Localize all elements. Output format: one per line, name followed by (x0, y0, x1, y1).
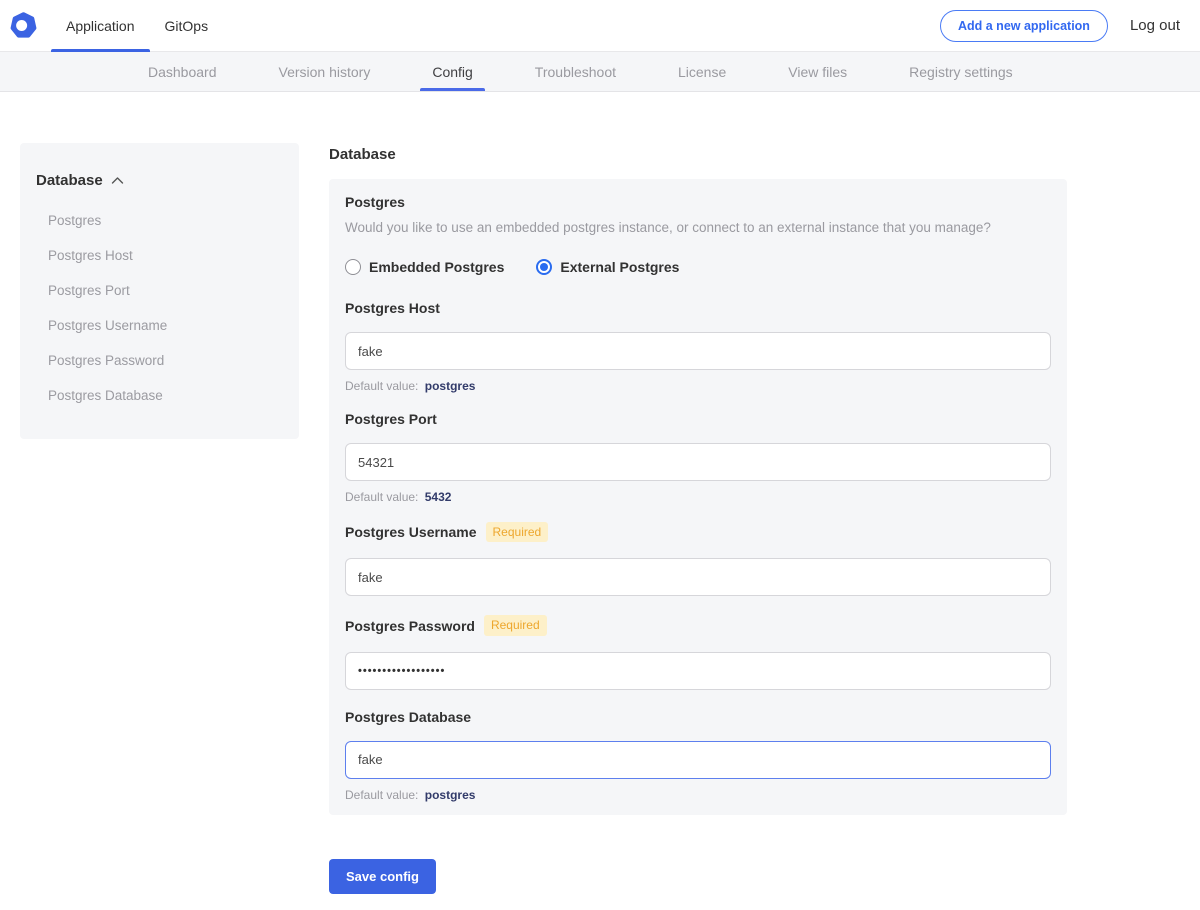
topnav-tab-application-label: Application (66, 18, 135, 34)
field-postgres-database: Postgres Database Default value: postgre… (345, 709, 1051, 802)
subnav-tab-dashboard-label: Dashboard (148, 64, 217, 80)
subnav-tab-registry-settings-label: Registry settings (909, 64, 1012, 80)
postgres-type-radio-group: Embedded Postgres External Postgres (345, 259, 1051, 275)
postgres-database-input[interactable] (345, 741, 1051, 779)
chevron-up-icon (111, 172, 124, 189)
field-postgres-host-label: Postgres Host (345, 300, 440, 316)
save-config-button[interactable]: Save config (329, 859, 436, 894)
field-postgres-port: Postgres Port Default value: 5432 (345, 411, 1051, 504)
required-badge: Required (484, 615, 547, 635)
subnav-tab-config[interactable]: Config (432, 52, 472, 91)
postgres-password-input[interactable] (345, 652, 1051, 690)
top-nav: Application GitOps Add a new application… (0, 0, 1200, 52)
sidebar-item-postgres[interactable]: Postgres (36, 203, 283, 238)
radio-option-embedded-label: Embedded Postgres (369, 259, 504, 275)
sidebar-item-postgres-database[interactable]: Postgres Database (36, 378, 283, 413)
topnav-tabs: Application GitOps (51, 0, 223, 51)
postgres-database-default: Default value: postgres (345, 788, 1051, 802)
postgres-port-default: Default value: 5432 (345, 490, 1051, 504)
radio-option-embedded-postgres[interactable]: Embedded Postgres (345, 259, 504, 275)
default-value: postgres (425, 379, 476, 393)
default-value: 5432 (425, 490, 452, 504)
subnav-tab-config-label: Config (432, 64, 472, 80)
app-logo-icon[interactable] (10, 12, 37, 39)
topnav-tab-application[interactable]: Application (51, 0, 150, 51)
sidebar-item-postgres-port[interactable]: Postgres Port (36, 273, 283, 308)
radio-checked-icon[interactable] (536, 259, 552, 275)
config-sidebar: Database Postgres Postgres Host Postgres… (20, 143, 299, 439)
field-postgres-username-label: Postgres Username (345, 524, 477, 540)
config-content: Database Postgres Would you like to use … (329, 143, 1067, 894)
sidebar-item-postgres-password[interactable]: Postgres Password (36, 343, 283, 378)
subnav-tab-dashboard[interactable]: Dashboard (148, 52, 217, 91)
topnav-right: Add a new application Log out (940, 10, 1180, 42)
sidebar-item-postgres-username[interactable]: Postgres Username (36, 308, 283, 343)
logout-link[interactable]: Log out (1130, 17, 1180, 34)
sidebar-group-database[interactable]: Database (36, 172, 283, 189)
subnav-tab-license[interactable]: License (678, 52, 726, 91)
postgres-host-default: Default value: postgres (345, 379, 1051, 393)
app-subnav: Dashboard Version history Config Trouble… (0, 52, 1200, 92)
topnav-tab-gitops[interactable]: GitOps (150, 0, 224, 51)
sidebar-item-postgres-host[interactable]: Postgres Host (36, 238, 283, 273)
default-label: Default value: (345, 379, 418, 393)
field-postgres-port-label: Postgres Port (345, 411, 437, 427)
subnav-tab-view-files-label: View files (788, 64, 847, 80)
config-group-panel: Postgres Would you like to use an embedd… (329, 179, 1067, 815)
default-label: Default value: (345, 490, 418, 504)
group-name: Postgres (345, 194, 1051, 210)
radio-unchecked-icon[interactable] (345, 259, 361, 275)
group-description: Would you like to use an embedded postgr… (345, 220, 1051, 235)
radio-option-external-label: External Postgres (560, 259, 679, 275)
default-label: Default value: (345, 788, 418, 802)
postgres-host-input[interactable] (345, 332, 1051, 370)
page-title: Database (329, 146, 1067, 163)
field-postgres-username: Postgres Username Required (345, 522, 1051, 615)
subnav-tab-version-history[interactable]: Version history (279, 52, 371, 91)
subnav-tab-registry-settings[interactable]: Registry settings (909, 52, 1012, 91)
subnav-tab-license-label: License (678, 64, 726, 80)
postgres-port-input[interactable] (345, 443, 1051, 481)
field-postgres-host: Postgres Host Default value: postgres (345, 300, 1051, 393)
main-area: Database Postgres Postgres Host Postgres… (0, 92, 1200, 910)
field-postgres-password: Postgres Password Required (345, 615, 1051, 708)
subnav-tab-view-files[interactable]: View files (788, 52, 847, 91)
add-new-application-button[interactable]: Add a new application (940, 10, 1108, 42)
radio-option-external-postgres[interactable]: External Postgres (536, 259, 679, 275)
field-postgres-database-label: Postgres Database (345, 709, 471, 725)
topnav-tab-gitops-label: GitOps (165, 18, 209, 34)
subnav-tab-troubleshoot-label: Troubleshoot (535, 64, 616, 80)
sidebar-group-database-label: Database (36, 172, 103, 189)
field-postgres-password-label: Postgres Password (345, 618, 475, 634)
required-badge: Required (486, 522, 549, 542)
postgres-username-input[interactable] (345, 558, 1051, 596)
default-value: postgres (425, 788, 476, 802)
subnav-tab-troubleshoot[interactable]: Troubleshoot (535, 52, 616, 91)
subnav-tab-version-history-label: Version history (279, 64, 371, 80)
